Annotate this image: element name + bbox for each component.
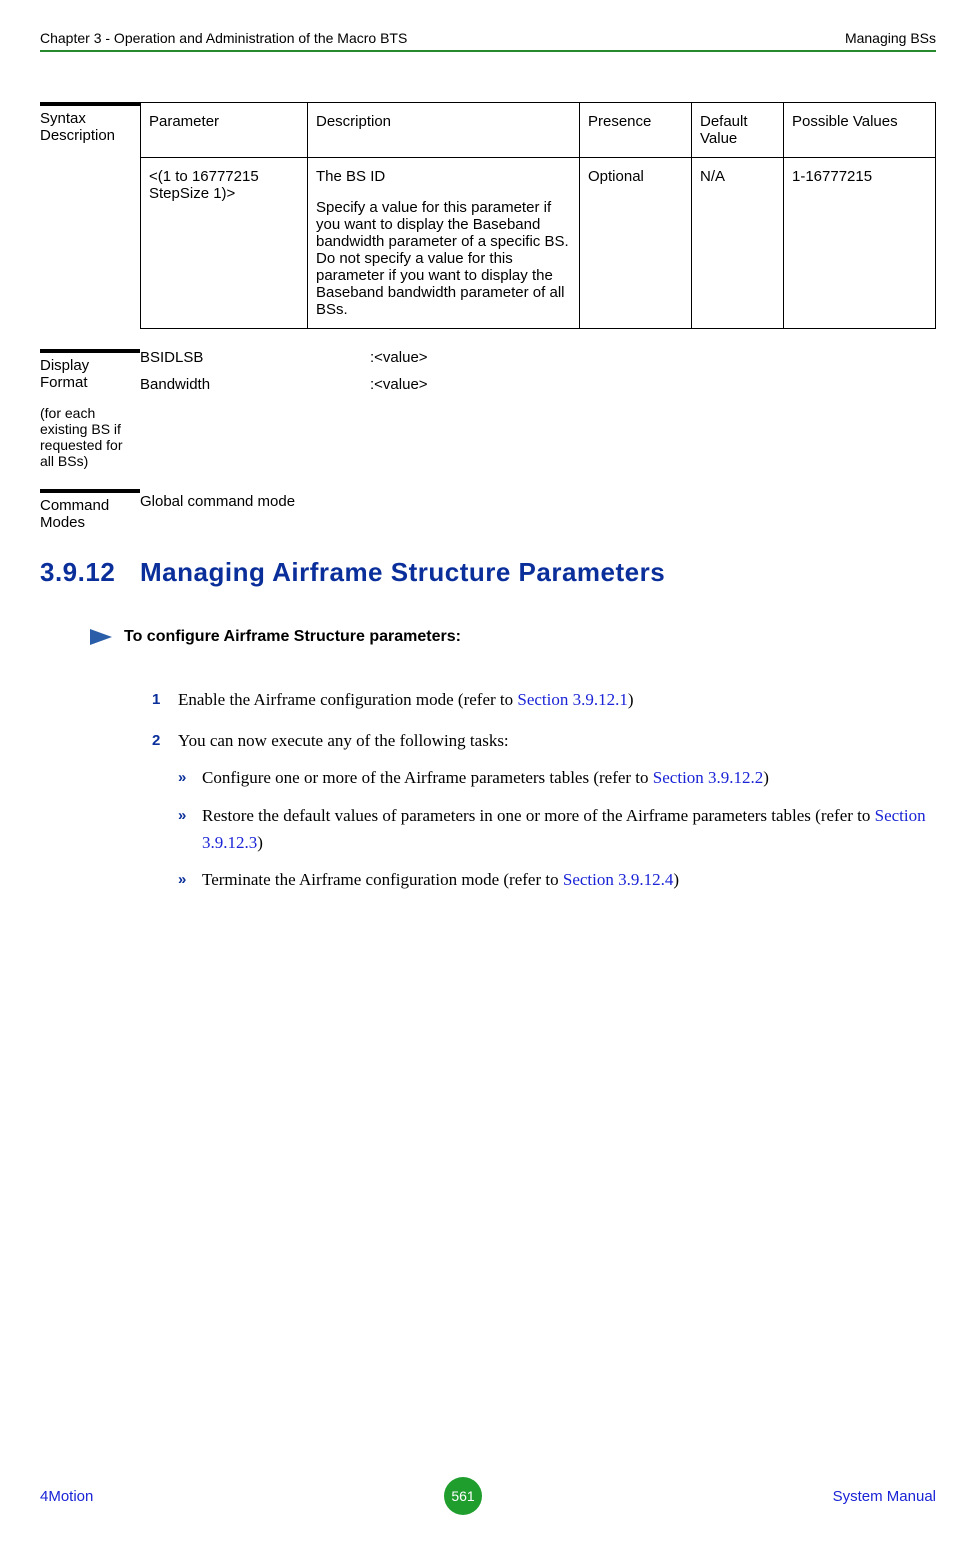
col-description: Description <box>308 103 580 158</box>
substep-text: Terminate the Airframe configuration mod… <box>202 866 936 893</box>
bullet-arrow-icon: » <box>178 866 202 893</box>
sub2-b: ) <box>257 833 263 852</box>
section-heading-title: Managing Airframe Structure Parameters <box>140 557 665 587</box>
cell-desc-body: Specify a value for this parameter if yo… <box>316 199 571 318</box>
cell-possible: 1-16777215 <box>784 158 936 329</box>
link-39124[interactable]: Section 3.9.12.4 <box>563 870 674 889</box>
table-row: <(1 to 16777215 StepSize 1)> The BS ID S… <box>141 158 936 329</box>
sub3-b: ) <box>673 870 679 889</box>
cell-presence: Optional <box>580 158 692 329</box>
table-header-row: Parameter Description Presence Default V… <box>141 103 936 158</box>
cell-default: N/A <box>692 158 784 329</box>
substep-text: Configure one or more of the Airframe pa… <box>202 764 936 791</box>
footer-left[interactable]: 4Motion <box>40 1488 93 1505</box>
step-text: You can now execute any of the following… <box>178 727 936 903</box>
display-format-label: Display Format (for each existing BS if … <box>40 349 140 469</box>
df-key-1: Bandwidth <box>140 376 370 393</box>
substep-1: » Configure one or more of the Airframe … <box>178 764 936 791</box>
procedure-head: To configure Airframe Structure paramete… <box>90 628 936 646</box>
procedure-title: To configure Airframe Structure paramete… <box>124 628 461 646</box>
sub1-b: ) <box>763 768 769 787</box>
sub1-a: Configure one or more of the Airframe pa… <box>202 768 653 787</box>
substep-3: » Terminate the Airframe configuration m… <box>178 866 936 893</box>
col-parameter: Parameter <box>141 103 308 158</box>
substep-2: » Restore the default values of paramete… <box>178 802 936 856</box>
sub2-a: Restore the default values of parameters… <box>202 806 875 825</box>
page-header: Chapter 3 - Operation and Administration… <box>40 30 936 52</box>
display-format-sublabel: (for each existing BS if requested for a… <box>40 405 132 469</box>
cell-desc-main: The BS ID <box>316 168 571 185</box>
sub3-a: Terminate the Airframe configuration mod… <box>202 870 563 889</box>
header-left: Chapter 3 - Operation and Administration… <box>40 30 407 46</box>
section-heading-number: 3.9.12 <box>40 557 140 588</box>
link-39122[interactable]: Section 3.9.12.2 <box>653 768 764 787</box>
col-presence: Presence <box>580 103 692 158</box>
step2-text: You can now execute any of the following… <box>178 731 509 750</box>
df-key-0: BSIDLSB <box>140 349 370 366</box>
step-2: 2 You can now execute any of the followi… <box>152 727 936 903</box>
step-text: Enable the Airframe configuration mode (… <box>178 686 936 713</box>
col-possible: Possible Values <box>784 103 936 158</box>
section-heading: 3.9.12Managing Airframe Structure Parame… <box>40 557 936 588</box>
header-right: Managing BSs <box>845 30 936 46</box>
step1-a: Enable the Airframe configuration mode (… <box>178 690 517 709</box>
step1-b: ) <box>628 690 634 709</box>
arrow-icon <box>90 629 112 645</box>
bullet-arrow-icon: » <box>178 764 202 791</box>
df-val-0: :<value> <box>370 349 936 366</box>
display-format-label-text: Display Format <box>40 357 89 391</box>
col-default: Default Value <box>692 103 784 158</box>
display-format-grid: BSIDLSB :<value> Bandwidth :<value> <box>140 349 936 393</box>
command-modes-value: Global command mode <box>140 493 295 510</box>
steps-list: 1 Enable the Airframe configuration mode… <box>152 686 936 903</box>
cell-description: The BS ID Specify a value for this param… <box>308 158 580 329</box>
page-footer: 4Motion 561 System Manual <box>40 1477 936 1515</box>
step-1: 1 Enable the Airframe configuration mode… <box>152 686 936 713</box>
df-val-1: :<value> <box>370 376 936 393</box>
link-39121[interactable]: Section 3.9.12.1 <box>517 690 628 709</box>
substep-text: Restore the default values of parameters… <box>202 802 936 856</box>
step-number: 2 <box>152 727 178 903</box>
display-format-section: Display Format (for each existing BS if … <box>40 349 936 469</box>
step-number: 1 <box>152 686 178 713</box>
cell-parameter: <(1 to 16777215 StepSize 1)> <box>141 158 308 329</box>
command-modes-label: Command Modes <box>40 489 140 531</box>
parameter-table: Parameter Description Presence Default V… <box>140 102 936 329</box>
syntax-description-label: Syntax Description <box>40 102 140 329</box>
page-number-badge: 561 <box>444 1477 482 1515</box>
footer-right[interactable]: System Manual <box>833 1488 936 1505</box>
syntax-description-section: Syntax Description Parameter Description… <box>40 102 936 329</box>
bullet-arrow-icon: » <box>178 802 202 856</box>
command-modes-section: Command Modes Global command mode <box>40 489 936 531</box>
